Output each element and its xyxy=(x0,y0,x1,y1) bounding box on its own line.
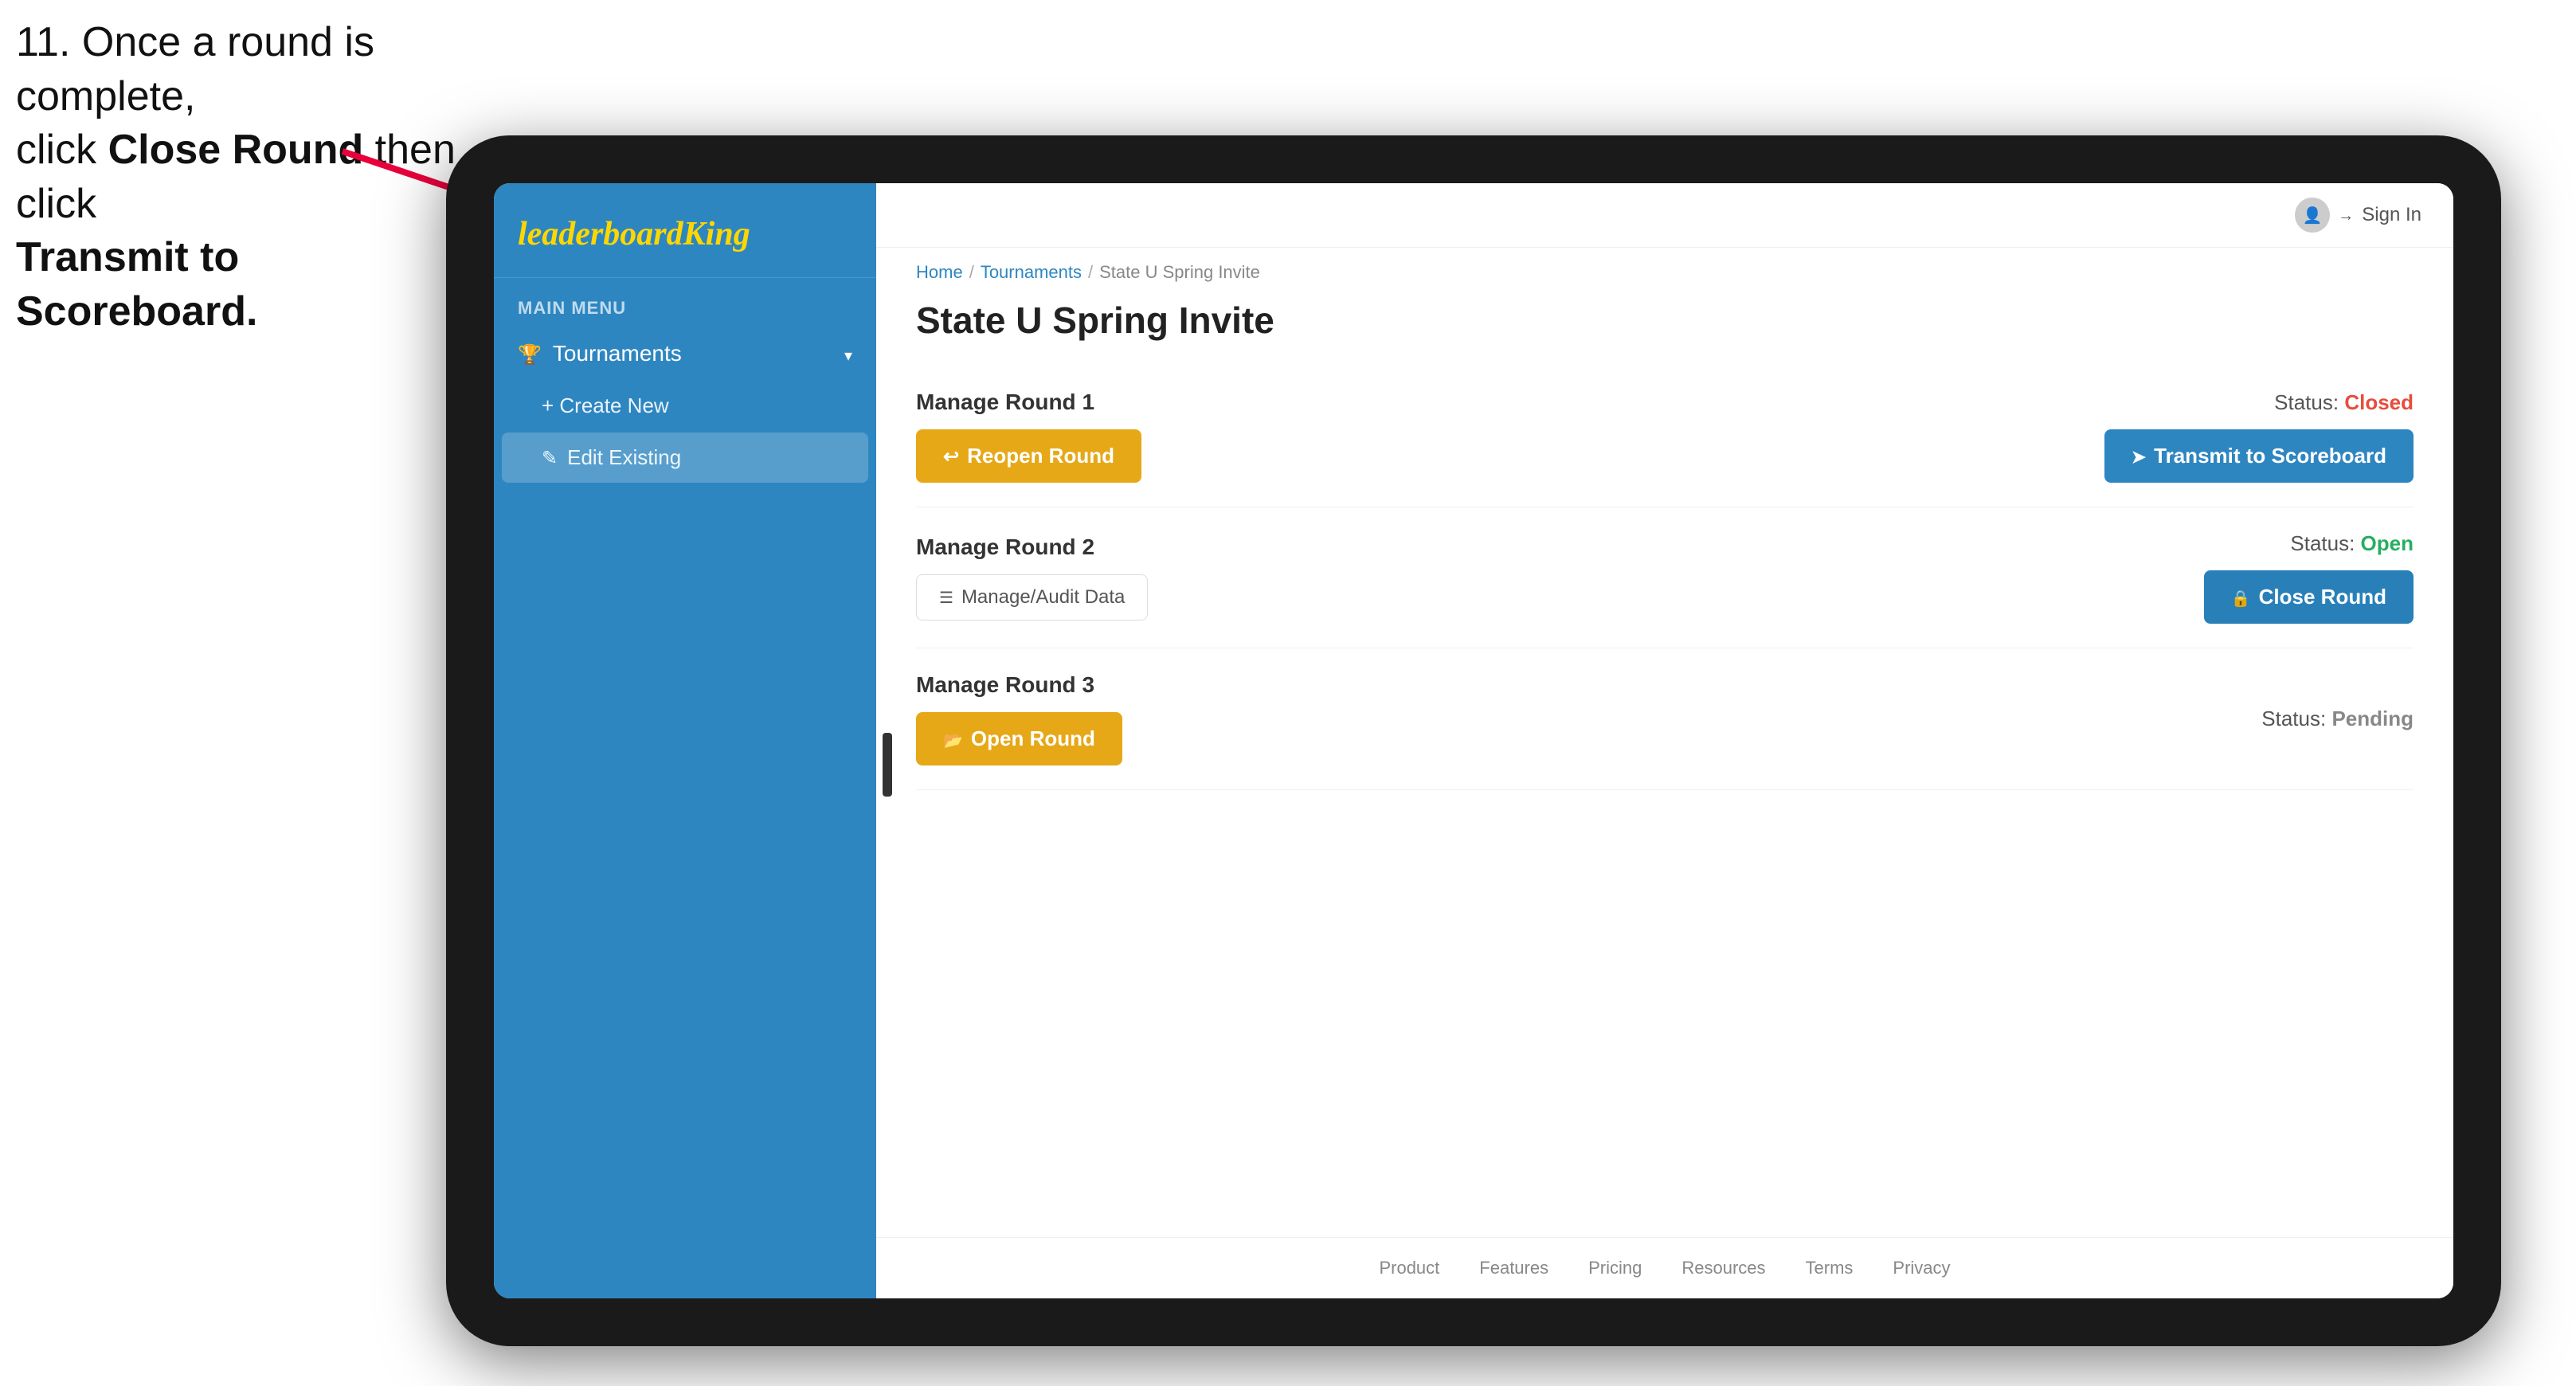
round-3-status: Status: Pending xyxy=(2261,707,2414,731)
app-container: leaderboardKing MAIN MENU Tournaments + … xyxy=(494,183,2453,1298)
breadcrumb-current: State U Spring Invite xyxy=(1099,262,1260,283)
logo-area: leaderboardKing xyxy=(494,183,876,278)
round-3-title: Manage Round 3 xyxy=(916,672,1122,698)
footer-resources[interactable]: Resources xyxy=(1681,1258,1765,1278)
round-3-section: Manage Round 3 Open Round Status: Pendin… xyxy=(916,648,2414,790)
round-2-status-label: Status: xyxy=(2290,531,2355,555)
round-3-left: Manage Round 3 Open Round xyxy=(916,672,1122,765)
instruction-line1: 11. Once a round is complete, xyxy=(16,19,374,119)
sidebar-item-tournaments[interactable]: Tournaments xyxy=(494,327,876,381)
open-icon xyxy=(943,726,963,751)
audit-icon xyxy=(939,586,953,609)
transmit-icon xyxy=(2132,444,2146,468)
reopen-round-label: Reopen Round xyxy=(967,444,1114,468)
instruction-bold1: Close Round xyxy=(108,127,364,173)
instruction-text: 11. Once a round is complete, click Clos… xyxy=(16,16,462,339)
reopen-icon xyxy=(943,444,959,468)
sidebar-tournaments-label: Tournaments xyxy=(553,341,682,366)
round-3-right: Status: Pending xyxy=(2261,707,2414,731)
open-round-label: Open Round xyxy=(971,726,1095,751)
chevron-down-icon xyxy=(844,341,852,366)
user-icon xyxy=(2303,206,2323,225)
round-3-status-value: Pending xyxy=(2331,707,2414,730)
create-new-label: + Create New xyxy=(542,393,669,418)
round-2-right: Status: Open Close Round xyxy=(2204,531,2414,624)
sidebar-item-tournaments-left: Tournaments xyxy=(518,341,682,366)
logo-text2: King xyxy=(683,216,750,253)
manage-audit-data-button[interactable]: Manage/Audit Data xyxy=(916,574,1148,621)
footer-privacy[interactable]: Privacy xyxy=(1893,1258,1950,1278)
round-1-status-value: Closed xyxy=(2344,390,2414,414)
main-menu-label: MAIN MENU xyxy=(494,278,876,327)
edit-existing-label: Edit Existing xyxy=(567,445,681,470)
signin-icon xyxy=(2338,204,2354,226)
logo-text1: leaderboard xyxy=(518,216,683,253)
avatar xyxy=(2295,198,2330,233)
round-2-title: Manage Round 2 xyxy=(916,534,1148,560)
round-2-section: Manage Round 2 Manage/Audit Data Status:… xyxy=(916,507,2414,648)
breadcrumb-sep2: / xyxy=(1088,262,1093,283)
main-content: Sign In Home / Tournaments / State U Spr… xyxy=(876,183,2453,1298)
footer: Product Features Pricing Resources Terms… xyxy=(876,1237,2453,1298)
instruction-line2: click xyxy=(16,127,108,173)
sidebar: leaderboardKing MAIN MENU Tournaments + … xyxy=(494,183,876,1298)
round-2-left: Manage Round 2 Manage/Audit Data xyxy=(916,534,1148,621)
app-logo: leaderboardKing xyxy=(518,215,852,253)
sidebar-create-new[interactable]: + Create New xyxy=(494,381,876,431)
round-1-status-label: Status: xyxy=(2274,390,2339,414)
reopen-round-button[interactable]: Reopen Round xyxy=(916,429,1141,483)
round-1-status: Status: Closed xyxy=(2274,390,2414,415)
breadcrumb-sep1: / xyxy=(969,262,974,283)
round-1-right: Status: Closed Transmit to Scoreboard xyxy=(2104,390,2414,483)
close-round-label: Close Round xyxy=(2259,585,2386,609)
round-3-status-label: Status: xyxy=(2261,707,2326,730)
sign-in-button[interactable]: Sign In xyxy=(2295,198,2421,233)
instruction-bold2: Transmit to Scoreboard. xyxy=(16,234,257,335)
round-2-status: Status: Open xyxy=(2290,531,2414,556)
content-area: Manage Round 1 Reopen Round Status: Clos… xyxy=(876,366,2453,1237)
edit-icon xyxy=(542,445,558,470)
round-1-title: Manage Round 1 xyxy=(916,390,1141,415)
top-bar: Sign In xyxy=(876,183,2453,248)
footer-product[interactable]: Product xyxy=(1379,1258,1439,1278)
transmit-label: Transmit to Scoreboard xyxy=(2154,444,2386,468)
trophy-icon xyxy=(518,341,542,366)
sign-in-label: Sign In xyxy=(2362,204,2421,226)
round-1-left: Manage Round 1 Reopen Round xyxy=(916,390,1141,483)
round-1-section: Manage Round 1 Reopen Round Status: Clos… xyxy=(916,366,2414,507)
transmit-to-scoreboard-button[interactable]: Transmit to Scoreboard xyxy=(2104,429,2414,483)
breadcrumb-home[interactable]: Home xyxy=(916,262,963,283)
breadcrumb: Home / Tournaments / State U Spring Invi… xyxy=(876,248,2453,291)
close-icon xyxy=(2231,585,2251,609)
tablet-device: leaderboardKing MAIN MENU Tournaments + … xyxy=(446,135,2501,1346)
tablet-screen: leaderboardKing MAIN MENU Tournaments + … xyxy=(494,183,2453,1298)
tablet-side-button xyxy=(883,733,892,797)
footer-features[interactable]: Features xyxy=(1479,1258,1548,1278)
close-round-button[interactable]: Close Round xyxy=(2204,570,2414,624)
footer-terms[interactable]: Terms xyxy=(1806,1258,1854,1278)
open-round-button[interactable]: Open Round xyxy=(916,712,1122,765)
manage-audit-label: Manage/Audit Data xyxy=(961,586,1125,609)
round-2-status-value: Open xyxy=(2361,531,2414,555)
sidebar-edit-existing[interactable]: Edit Existing xyxy=(502,433,868,483)
footer-pricing[interactable]: Pricing xyxy=(1588,1258,1642,1278)
page-title: State U Spring Invite xyxy=(876,291,2453,366)
breadcrumb-tournaments[interactable]: Tournaments xyxy=(981,262,1082,283)
